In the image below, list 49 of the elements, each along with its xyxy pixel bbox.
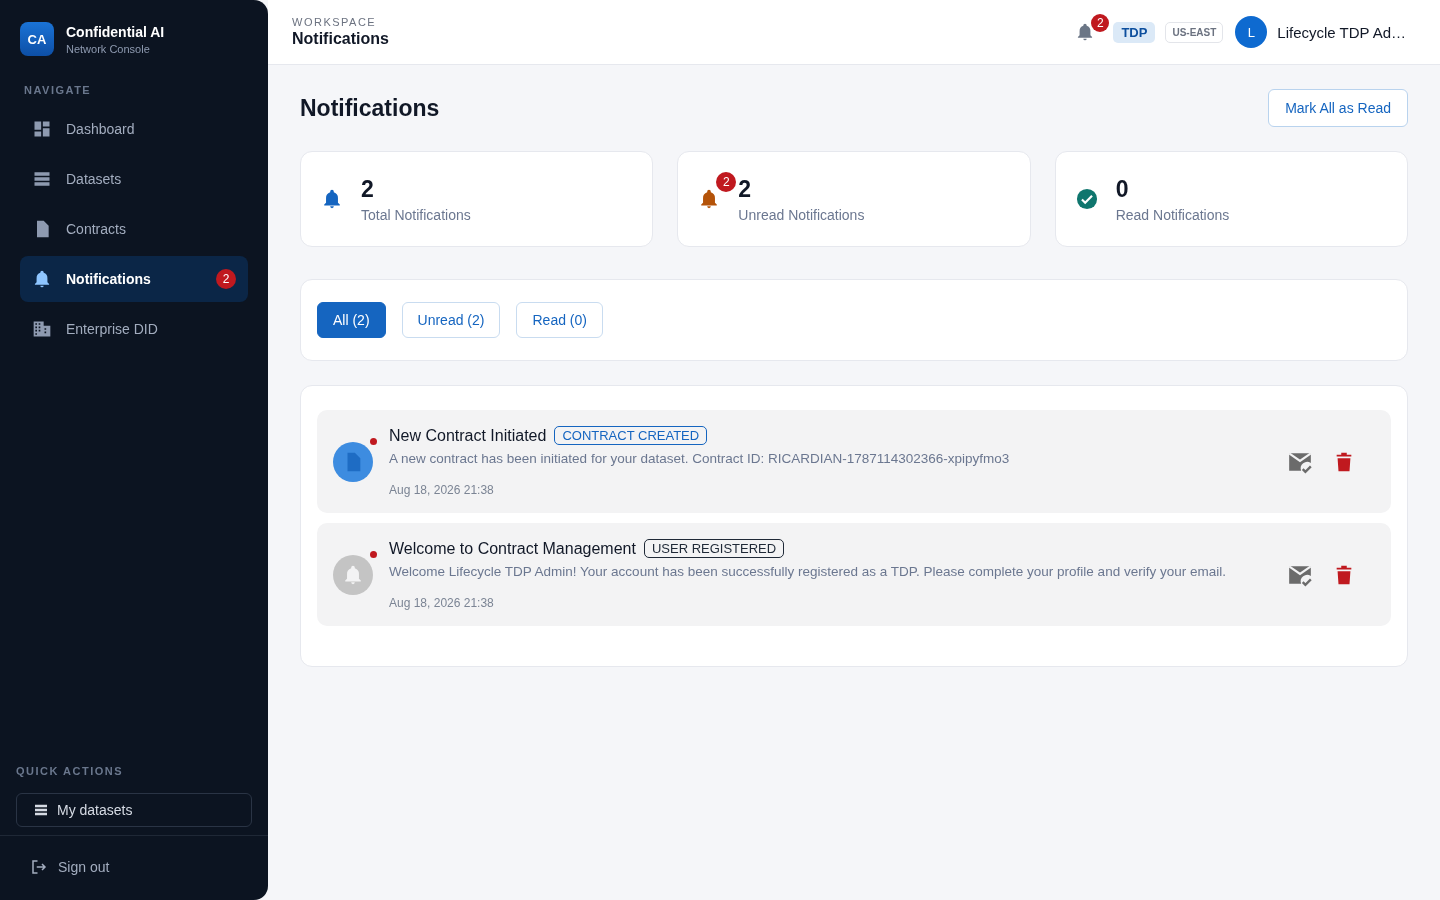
filter-tab[interactable]: All (2): [317, 302, 386, 338]
timestamp: Aug 18, 2026 21:38: [389, 596, 495, 610]
dashboard-icon: [32, 119, 52, 139]
bell-icon: [342, 563, 364, 586]
section-title: NAVIGATE: [23, 83, 93, 98]
stat-value: 2: [361, 175, 374, 203]
nav-item[interactable]: Datasets: [20, 156, 248, 202]
header-title: Notifications: [292, 30, 389, 48]
timestamp: Aug 18, 2026 21:38: [389, 483, 495, 497]
count-badge: 2: [716, 171, 737, 192]
nav-item[interactable]: Contracts: [20, 206, 248, 252]
notification-message: A new contract has been initiated for your dataset. Contract ID: RICARDIAN-1787114302366-xpipyfmo3: [389, 450, 1011, 468]
user-name[interactable]: Lifecycle TDP Ad…: [1277, 23, 1406, 41]
notification-message: Welcome Lifecycle TDP Admin! Your account has been successfully registered as a TDP. Please complete your profile and verify your email.: [389, 563, 1227, 581]
count-badge: 2: [216, 269, 236, 289]
section-title: QUICK ACTIONS: [16, 765, 125, 779]
notification-title: Welcome to Contract Management: [389, 539, 636, 558]
stat-label: Unread Notifications: [738, 206, 865, 223]
my-datasets-button[interactable]: My datasets: [16, 793, 252, 827]
breadcrumb-label: WORKSPACE: [292, 16, 378, 28]
list-icon: [33, 802, 49, 818]
sign-out-icon: [30, 858, 48, 876]
brand-name: Confidential AI: [66, 23, 165, 40]
filter-tab[interactable]: Unread (2): [401, 302, 501, 338]
nav-item[interactable]: Dashboard: [20, 106, 248, 152]
page-title: Notifications: [300, 94, 440, 122]
notification-title: New Contract Initiated: [389, 426, 547, 445]
region-badge: US-EAST: [1165, 21, 1224, 43]
stat-label: Total Notifications: [361, 206, 471, 223]
role-badge: TDP: [1113, 21, 1156, 43]
check-circle-icon: [1075, 188, 1098, 210]
count-badge: 2: [1091, 14, 1110, 32]
bell-icon: [32, 269, 52, 289]
nav-item[interactable]: Enterprise DID: [20, 306, 248, 352]
nav-item[interactable]: Notifications 2: [20, 256, 248, 302]
brand-subtitle: Network Console: [66, 42, 151, 55]
type-tag: CONTRACT CREATED: [554, 426, 708, 445]
logo: CA: [20, 22, 54, 56]
sign-out-button[interactable]: Sign out: [0, 835, 268, 900]
stat-value: 2: [738, 175, 752, 203]
list-icon: [32, 169, 52, 189]
mark-all-read-button[interactable]: Mark All as Read: [1268, 89, 1408, 127]
avatar[interactable]: L: [1235, 16, 1268, 48]
stat-value: 0: [1115, 175, 1129, 203]
bell-icon: [321, 188, 343, 210]
filter-tab[interactable]: Read (0): [516, 302, 603, 338]
building-icon: [32, 319, 52, 339]
stat-label: Read Notifications: [1115, 206, 1230, 223]
type-tag: USER REGISTERED: [643, 539, 785, 558]
